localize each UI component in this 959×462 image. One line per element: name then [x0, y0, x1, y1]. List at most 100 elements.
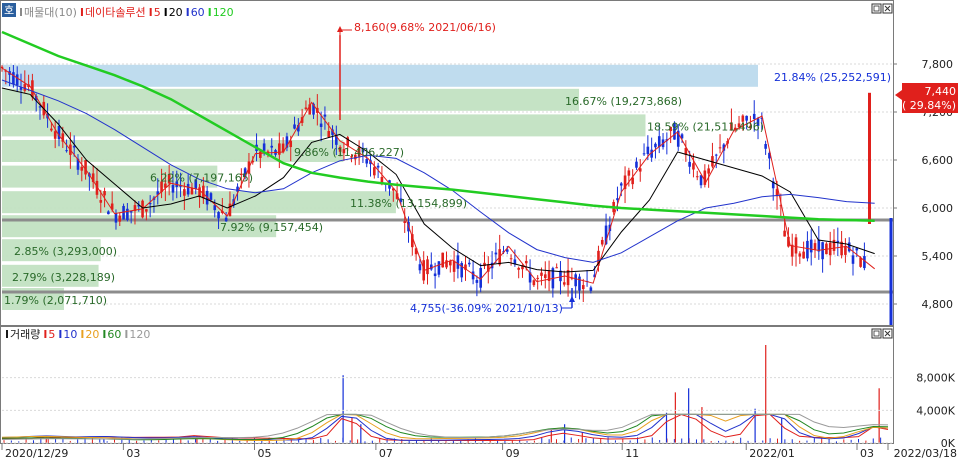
candle-body	[798, 253, 802, 257]
date-tick-label: 2022/03/18	[894, 447, 957, 460]
candle-body	[209, 193, 213, 200]
candle-body	[536, 277, 539, 279]
candle-body	[806, 240, 809, 259]
candle-body	[278, 143, 281, 155]
candle-body	[524, 260, 528, 264]
price-legend-swatch	[186, 8, 189, 16]
candle-body	[441, 252, 444, 268]
volume-legend-swatch	[125, 330, 128, 338]
price-legend-swatch	[164, 8, 167, 16]
candle-body	[426, 259, 429, 275]
candle-body	[323, 114, 327, 117]
current-price-box: 7,440 ( 29.84%)	[895, 83, 958, 113]
candle-body	[635, 161, 638, 168]
price-tick-label: 6,600	[922, 154, 954, 167]
candle-body	[186, 183, 190, 195]
date-tick-label: 2020/12/29	[5, 447, 68, 460]
candle-body	[53, 131, 57, 139]
candle-body	[456, 255, 460, 269]
candle-body	[851, 255, 855, 264]
candle-body	[619, 183, 623, 186]
candle-body	[471, 271, 475, 280]
candle-body	[99, 200, 103, 203]
candle-body	[23, 84, 27, 91]
current-price: 7,440	[925, 85, 957, 98]
candle-body	[509, 258, 513, 260]
candle-body	[847, 242, 851, 252]
candle-body	[217, 212, 220, 219]
candle-body	[293, 124, 296, 129]
candle-body	[262, 143, 266, 151]
volume-legend-swatch	[44, 330, 47, 338]
candle-body	[562, 282, 566, 285]
candle-body	[832, 239, 836, 251]
candle-body	[638, 168, 642, 172]
restore-button[interactable]	[871, 3, 882, 14]
candle-body	[836, 240, 840, 243]
candle-body	[126, 208, 129, 220]
price-tick-label: 4,800	[922, 298, 954, 311]
candle-body	[821, 242, 824, 260]
candle-body	[764, 144, 767, 149]
price-tick-label: 7,800	[922, 58, 954, 71]
candle-body	[452, 260, 456, 272]
candle-body	[692, 163, 695, 170]
price-legend-swatch	[208, 8, 211, 16]
candle-body	[802, 251, 805, 259]
candle-body	[365, 159, 369, 164]
candle-body	[714, 154, 718, 156]
volume-profile-label: 7.92% (9,157,454)	[220, 221, 323, 234]
candle-body	[266, 151, 270, 153]
volume-legend-label: 20	[85, 328, 99, 341]
candle-body	[213, 205, 217, 211]
candle-body	[809, 239, 813, 253]
volume-profile-label: 18.59% (21,511,496)	[647, 120, 764, 133]
candle-body	[475, 280, 479, 283]
candle-body	[813, 243, 817, 250]
volume-panel-frame	[0, 326, 894, 444]
candle-body	[752, 113, 756, 119]
volume-legend-swatch	[103, 330, 106, 338]
volume-profile-label: 21.84% (25,252,591)	[774, 71, 891, 84]
price-legend-label: 120	[213, 6, 234, 19]
candle-body	[433, 273, 437, 277]
volume-profile-label: 9.86% (11,406,227)	[294, 146, 404, 159]
candle-body	[183, 189, 186, 196]
candle-body	[373, 167, 376, 176]
low-annotation-text: 4,755(-36.09% 2021/10/13)	[410, 302, 563, 315]
candle-body	[627, 170, 631, 176]
candle-body	[532, 280, 536, 286]
volume-profile-label: 16.67% (19,273,868)	[565, 95, 682, 108]
candle-body	[418, 264, 422, 271]
candle-body	[581, 285, 585, 290]
candle-body	[467, 262, 471, 265]
volume-legend-swatch	[59, 330, 62, 338]
candle-body	[855, 248, 859, 251]
date-axis: 2020/12/29 03 05 07 09 11 2022/01 03 2022/03/18	[1, 443, 957, 460]
candle-body	[555, 267, 558, 269]
candle-body	[437, 261, 441, 275]
candle-body	[118, 215, 122, 222]
date-tick-label: 11	[625, 447, 639, 460]
candle-body	[114, 213, 118, 223]
candle-body	[72, 146, 76, 148]
price-legend-swatch	[20, 8, 22, 16]
date-tick-label: 03	[126, 447, 140, 460]
date-tick-label: 07	[379, 447, 393, 460]
price-legend-items[interactable]: 매물대(10) 데이타솔루션 5 20 60 120	[20, 6, 234, 19]
price-panel-frame	[0, 0, 894, 326]
price-legend-label: 5	[154, 6, 161, 19]
badge-text: 호	[4, 4, 14, 17]
date-tick-label: 2022/01	[749, 447, 795, 460]
candle-body	[80, 166, 84, 171]
candle-body	[50, 128, 53, 131]
volume-restore-button[interactable]	[871, 328, 882, 339]
candle-body	[319, 123, 323, 127]
volume-legend-label: 60	[107, 328, 121, 341]
date-tick-label: 09	[506, 447, 520, 460]
volume-profile-label: 2.79% (3,228,189)	[12, 271, 115, 284]
candle-body	[202, 185, 205, 199]
last-candle	[868, 92, 871, 224]
candle-body	[646, 146, 650, 155]
candle-body	[654, 143, 657, 148]
